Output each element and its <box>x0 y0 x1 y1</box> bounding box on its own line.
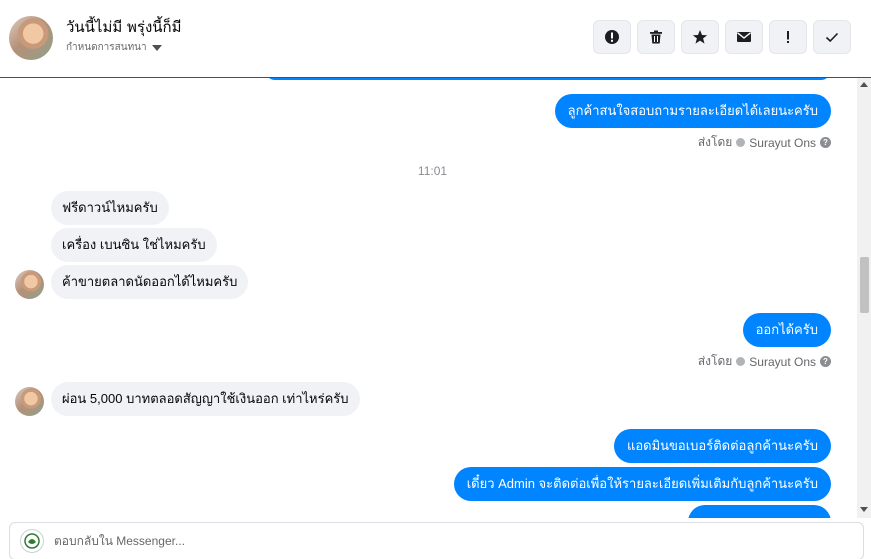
sent-by-info: ส่งโดย Surayut Ons ? <box>698 352 831 371</box>
sender-avatar[interactable] <box>15 270 44 299</box>
message-bubble-outgoing: ออกได้ครับ <box>742 313 831 347</box>
scroll-up-arrow-icon[interactable] <box>860 82 868 87</box>
delete-button[interactable] <box>637 20 675 54</box>
conversation-header: วันนี้ไม่มี พรุ่งนี้ก็มี กำหนดการสนทนา <box>0 0 871 78</box>
sent-by-name: Surayut Ons <box>749 354 816 369</box>
reply-input[interactable] <box>54 534 834 548</box>
done-button[interactable] <box>813 20 851 54</box>
important-button[interactable] <box>769 20 807 54</box>
mark-unread-button[interactable] <box>725 20 763 54</box>
message-bubble-incoming: เครื่อง เบนซิน ใช่ไหมครับ <box>51 228 217 262</box>
message-bubble-incoming: ผ่อน 5,000 บาทตลอดสัญญาใช้เงินออก เท่าไห… <box>51 382 360 416</box>
help-icon[interactable]: ? <box>820 356 831 367</box>
conversation-label: กำหนดการสนทนา <box>66 42 147 53</box>
conversation-label-dropdown[interactable]: กำหนดการสนทนา <box>66 40 162 55</box>
page-avatar <box>20 529 44 553</box>
contact-avatar[interactable] <box>9 16 53 60</box>
trash-icon <box>650 30 662 44</box>
star-button[interactable] <box>681 20 719 54</box>
sent-by-info: ส่งโดย Surayut Ons ? <box>698 133 831 152</box>
agent-status-icon <box>736 357 746 366</box>
star-icon <box>692 30 708 44</box>
alert-circle-icon <box>605 30 619 44</box>
report-button[interactable] <box>593 20 631 54</box>
reply-composer <box>9 522 864 559</box>
message-bubble-incoming: ค้าขายตลาดนัดออกได้ไหมครับ <box>51 265 249 299</box>
message-bubble-outgoing-partial <box>688 505 831 518</box>
message-bubble-outgoing: เดี๋ยว Admin จะติดต่อเพื่อให้รายละเอียดเ… <box>453 467 831 501</box>
scroll-down-arrow-icon[interactable] <box>860 507 868 512</box>
sent-by-label: ส่งโดย <box>697 354 733 368</box>
help-icon[interactable]: ? <box>820 137 831 148</box>
chevron-down-icon <box>151 44 162 51</box>
envelope-icon <box>737 32 751 42</box>
contact-name[interactable]: วันนี้ไม่มี พรุ่งนี้ก็มี <box>66 15 182 39</box>
exclamation-icon <box>787 31 789 43</box>
page-logo-icon <box>24 533 40 549</box>
message-bubble-outgoing-partial <box>265 78 831 80</box>
conversation-toolbar <box>593 20 851 54</box>
sent-by-label: ส่งโดย <box>697 135 733 149</box>
sender-avatar[interactable] <box>15 387 44 416</box>
agent-status-icon <box>736 138 746 147</box>
sent-by-name: Surayut Ons <box>749 135 816 150</box>
message-bubble-incoming: ฟรีดาวน์ไหมครับ <box>51 191 169 225</box>
thread-scrollbar[interactable] <box>857 78 871 518</box>
message-thread[interactable]: ลูกค้าสนใจสอบถามรายละเอียดได้เลยนะครับ ส… <box>0 78 857 518</box>
message-bubble-outgoing: ลูกค้าสนใจสอบถามรายละเอียดได้เลยนะครับ <box>554 94 831 128</box>
check-icon <box>825 32 839 43</box>
scroll-thumb[interactable] <box>860 257 869 313</box>
message-timestamp: 11:01 <box>417 164 448 178</box>
message-bubble-outgoing: แอดมินขอเบอร์ติดต่อลูกค้านะครับ <box>613 429 831 463</box>
